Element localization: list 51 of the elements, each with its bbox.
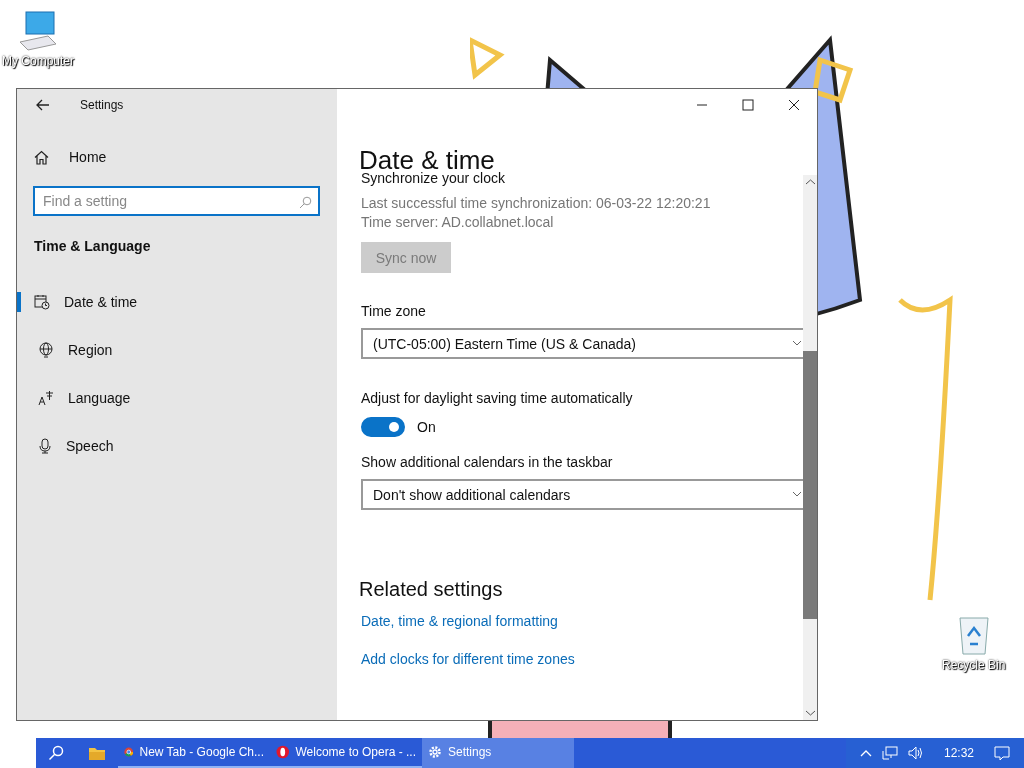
dst-label: Adjust for daylight saving time automatically bbox=[361, 389, 633, 407]
nav-item[interactable]: Date & time bbox=[17, 292, 337, 312]
related-settings-link[interactable]: Add clocks for different time zones bbox=[361, 651, 575, 667]
microphone-icon bbox=[38, 438, 52, 454]
time-zone-label: Time zone bbox=[361, 302, 426, 320]
related-settings-heading: Related settings bbox=[359, 578, 503, 601]
search-icon bbox=[299, 196, 312, 209]
network-icon[interactable] bbox=[881, 746, 898, 760]
home-nav-item[interactable]: Home bbox=[34, 147, 337, 167]
language-icon bbox=[38, 390, 54, 406]
computer-icon[interactable] bbox=[18, 10, 58, 52]
gear-icon bbox=[428, 745, 442, 759]
scrollbar[interactable] bbox=[803, 175, 817, 720]
sync-heading: Synchronize your clock bbox=[361, 171, 505, 185]
time-zone-dropdown[interactable]: (UTC-05:00) Eastern Time (US & Canada) bbox=[361, 328, 803, 359]
calendars-dropdown[interactable]: Don't show additional calendars bbox=[361, 479, 803, 510]
calendar-clock-icon bbox=[34, 294, 50, 310]
chevron-down-icon bbox=[793, 492, 801, 497]
search-icon[interactable] bbox=[48, 745, 64, 761]
toggle-switch[interactable] bbox=[361, 417, 405, 437]
time-server-text: Time server: AD.collabnet.local bbox=[361, 214, 554, 230]
taskbar-app-button[interactable]: New Tab - Google Ch... bbox=[118, 738, 270, 768]
toggle-state-text: On bbox=[417, 419, 436, 435]
close-icon[interactable] bbox=[788, 99, 800, 111]
search-field[interactable]: Find a setting bbox=[33, 186, 320, 216]
window-title: Settings bbox=[80, 98, 124, 112]
calendars-label: Show additional calendars in the taskbar bbox=[361, 453, 613, 471]
browser-logo-icon bbox=[276, 745, 290, 759]
desktop-icon-label[interactable]: My Computer bbox=[2, 54, 75, 68]
maximize-icon[interactable] bbox=[742, 99, 754, 111]
speaker-icon[interactable] bbox=[907, 746, 924, 760]
chevron-up-icon[interactable] bbox=[859, 749, 872, 757]
folder-icon[interactable] bbox=[88, 745, 106, 761]
nav-item[interactable]: Language bbox=[17, 388, 337, 408]
related-settings-link[interactable]: Date, time & regional formatting bbox=[361, 613, 558, 629]
browser-logo-icon bbox=[124, 745, 134, 759]
back-arrow-icon[interactable] bbox=[36, 99, 50, 111]
desktop-icon-label[interactable]: Recycle Bin bbox=[942, 658, 1006, 672]
scroll-down-icon[interactable] bbox=[805, 710, 815, 716]
nav-item[interactable]: Speech bbox=[17, 436, 337, 456]
section-heading: Time & Language bbox=[34, 238, 152, 254]
scrollbar-thumb[interactable] bbox=[803, 351, 817, 619]
sync-status-text: Last successful time synchronization: 06-03-22 12:20:21 bbox=[361, 195, 711, 211]
globe-icon bbox=[38, 342, 54, 358]
home-icon bbox=[34, 149, 49, 165]
nav-item[interactable]: Region bbox=[17, 340, 337, 360]
taskbar-app-button[interactable]: Settings bbox=[422, 738, 574, 768]
notification-icon[interactable] bbox=[994, 745, 1010, 761]
scroll-up-icon[interactable] bbox=[805, 179, 815, 185]
clock-text[interactable]: 12:32 bbox=[943, 746, 974, 760]
chevron-down-icon bbox=[793, 341, 801, 346]
